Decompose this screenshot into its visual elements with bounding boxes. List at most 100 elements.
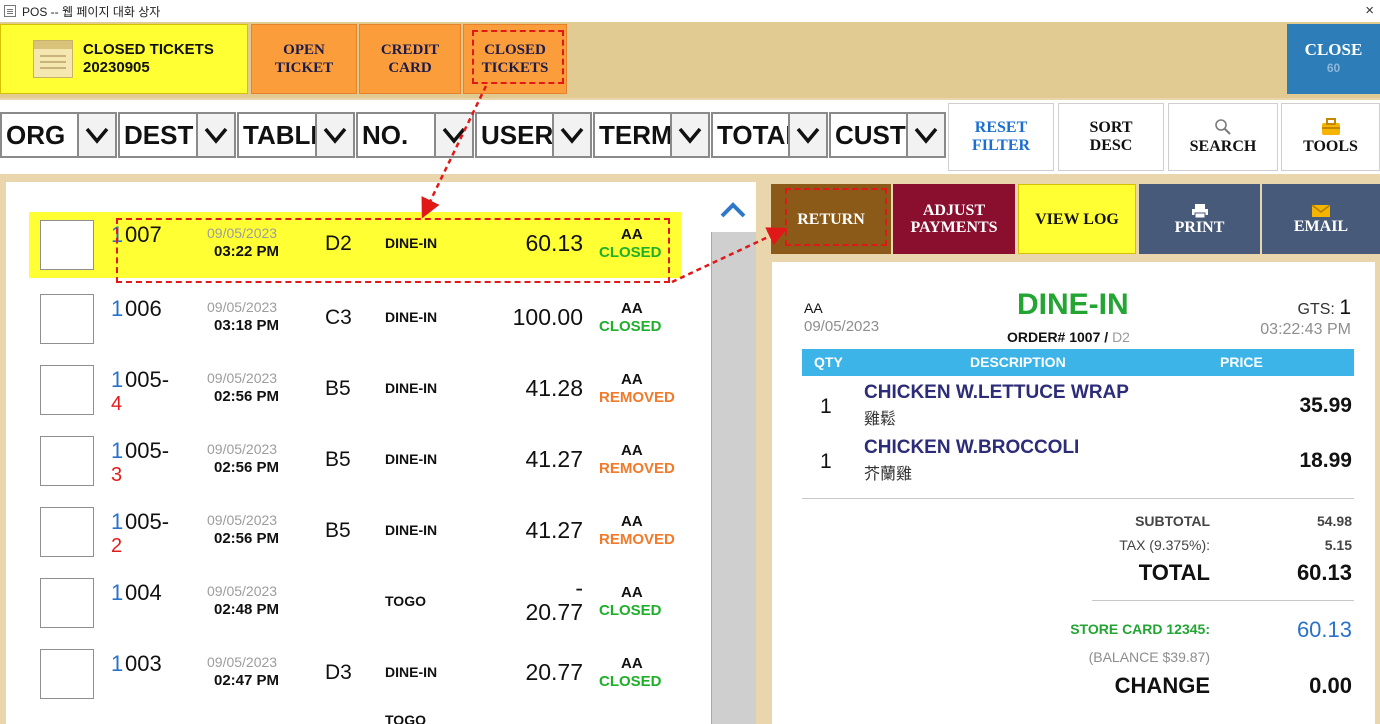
ticket-amount: 60.13 [525,230,583,256]
ticket-type: DINE-IN [385,664,438,680]
ticket-terminal: 1 [111,509,124,534]
adjust-payments-button[interactable]: ADJUST PAYMENTS [893,184,1015,254]
chevron-down-icon[interactable] [196,114,234,156]
open-ticket-button[interactable]: OPEN TICKET [251,24,357,94]
ticket-date: 09/05/2023 [207,370,278,386]
email-button[interactable]: EMAIL [1262,184,1380,254]
view-log-label: VIEW LOG [1035,210,1119,228]
ticket-row-partial[interactable]: TOGO [29,712,681,724]
row-checkbox[interactable] [40,507,94,557]
row-checkbox[interactable] [40,220,94,270]
scroll-up-icon[interactable] [719,200,747,220]
reset-filter-button[interactable]: RESET FILTER [948,103,1054,171]
ticket-status: CLOSED [599,318,662,335]
row-checkbox[interactable] [40,436,94,486]
filter-dest[interactable]: DEST [118,112,236,158]
ticket-status: CLOSED [599,602,662,619]
search-button[interactable]: SEARCH [1168,103,1278,171]
reset-filter-line2: FILTER [971,137,1031,154]
row-checkbox[interactable] [40,578,94,628]
list-scrollbar[interactable] [711,182,756,724]
row-checkbox[interactable] [40,365,94,415]
ticket-row-003[interactable]: 1 003 09/05/2023 02:47 PM D3 DINE-IN 20.… [29,641,681,707]
window-close-icon[interactable]: × [1365,2,1374,19]
store-card-balance: (BALANCE $39.87) [1088,649,1210,665]
filter-label: TERM [599,119,670,150]
row-checkbox[interactable] [40,649,94,699]
sort-line2: DESC [1089,137,1133,154]
close-button[interactable]: CLOSE 60 [1287,24,1380,94]
column-qty: QTY [814,354,843,370]
ticket-date: 09/05/2023 [207,512,278,528]
chevron-down-icon[interactable] [434,114,472,156]
ticket-status: REMOVED [599,531,675,548]
closed-tickets-line2: TICKETS [481,60,549,76]
column-description: DESCRIPTION [970,354,1066,370]
tools-button[interactable]: TOOLS [1281,103,1380,171]
print-button[interactable]: PRINT [1139,184,1260,254]
filter-org[interactable]: ORG [0,112,117,158]
printer-icon [1191,203,1208,218]
ticket-number: 006 [125,296,162,321]
ticket-table: B5 [325,448,351,471]
filter-term[interactable]: TERM [593,112,710,158]
ticket-row-006[interactable]: 1 006 09/05/2023 03:18 PM C3 DINE-IN 100… [29,286,681,352]
ticket-table: B5 [325,519,351,542]
ticket-amount: 41.27 [525,446,583,472]
ticket-type: DINE-IN [385,309,438,325]
chevron-down-icon[interactable] [315,114,353,156]
receipt-guests: GTS: 1 [1298,296,1351,320]
credit-card-button[interactable]: CREDIT CARD [359,24,461,94]
ticket-status: CLOSED [599,673,662,690]
credit-card-line2: CARD [388,60,432,76]
scrollbar-track[interactable] [711,232,756,724]
filter-table[interactable]: TABLE [237,112,355,158]
ticket-table: D2 [325,232,352,255]
ticket-row-005-2[interactable]: 1 005- 2 09/05/2023 02:56 PM B5 DINE-IN … [29,499,681,565]
item-qty: 1 [820,450,832,473]
chevron-down-icon[interactable] [906,114,944,156]
chevron-down-icon[interactable] [552,114,590,156]
window-title: POS -- 웹 페이지 대화 상자 [22,4,161,19]
ticket-type: DINE-IN [385,380,438,396]
ticket-terminal: 1 [111,296,124,321]
filter-label: CUST [835,119,906,150]
return-button[interactable]: RETURN [771,184,891,254]
ticket-row-005-4[interactable]: 1 005- 4 09/05/2023 02:56 PM B5 DINE-IN … [29,357,681,423]
ticket-type: DINE-IN [385,522,438,538]
ticket-row-005-3[interactable]: 1 005- 3 09/05/2023 02:56 PM B5 DINE-IN … [29,428,681,494]
close-countdown: 60 [1326,61,1341,75]
payment-label: STORE CARD 12345: [1070,621,1210,637]
ticket-table: B5 [325,377,351,400]
closed-tickets-button[interactable]: CLOSED TICKETS [463,24,567,94]
ticket-terminal: 1 [111,580,124,605]
total-label: TOTAL [1138,560,1210,585]
receipt-panel: AA 09/05/2023 DINE-IN ORDER# 1007 / D2 G… [772,262,1375,724]
filter-no[interactable]: NO. [356,112,474,158]
tax-value: 5.15 [1324,537,1352,553]
ticket-date: 09/05/2023 [207,583,278,599]
filter-total[interactable]: TOTAL [711,112,828,158]
item-price: 35.99 [1299,394,1352,417]
ticket-row-004[interactable]: 1 004 09/05/2023 02:48 PM TOGO - 20.77 A… [29,570,681,636]
search-label: SEARCH [1189,138,1257,155]
chevron-down-icon[interactable] [788,114,826,156]
print-label: PRINT [1174,218,1225,236]
ticket-number: 007 [125,222,162,247]
item-name: CHICKEN W.BROCCOLI [864,437,1080,458]
filter-user[interactable]: USER [475,112,592,158]
chevron-down-icon[interactable] [77,114,115,156]
guests-label: GTS: [1297,301,1335,318]
receipt-item: 1 CHICKEN W.LETTUCE WRAP 雞鬆 35.99 [802,378,1354,428]
order-table: D2 [1112,329,1130,345]
chevron-down-icon[interactable] [670,114,708,156]
date-tile-title: CLOSED TICKETS [83,41,214,58]
filter-cust[interactable]: CUST [829,112,946,158]
ticket-table: C3 [325,306,352,329]
view-log-button[interactable]: VIEW LOG [1018,184,1136,254]
ticket-row-007[interactable]: 1 007 09/05/2023 03:22 PM D2 DINE-IN 60.… [29,212,681,278]
ticket-number: 005- [125,509,170,534]
sort-desc-button[interactable]: SORT DESC [1058,103,1164,171]
filter-label: NO. [362,119,409,150]
row-checkbox[interactable] [40,294,94,344]
